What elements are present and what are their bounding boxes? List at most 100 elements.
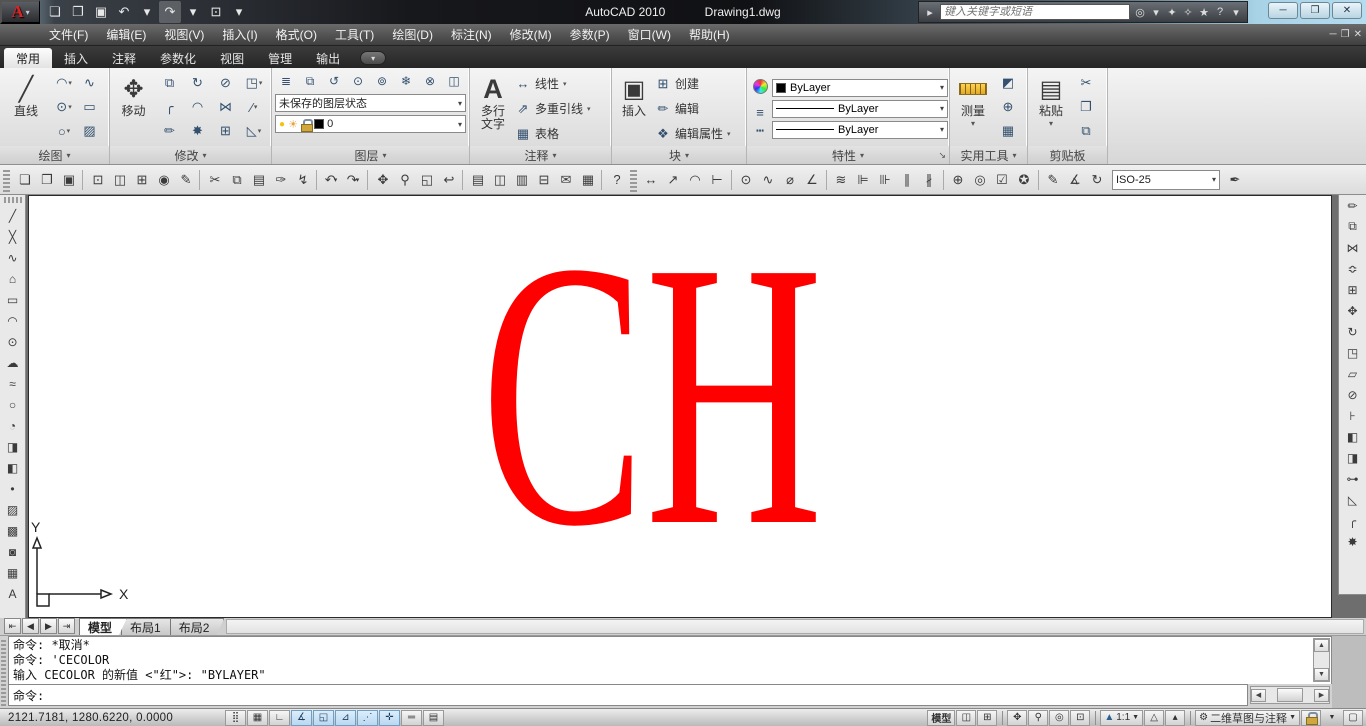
tab-home[interactable]: 常用 (4, 48, 53, 68)
snap-toggle[interactable]: ⣿ (225, 709, 246, 726)
menu-insert[interactable]: 插入(I) (213, 24, 266, 46)
trim-icon[interactable]: ⊘ (212, 71, 240, 95)
center-mark-icon[interactable]: ◎ (969, 169, 991, 191)
scroll-up-icon[interactable]: ▲ (1314, 639, 1329, 652)
zoom-realtime-icon[interactable]: ⚲ (393, 169, 415, 191)
toolbar-grip[interactable] (3, 197, 22, 203)
circle-icon[interactable]: ⊙ ▾ (51, 95, 77, 119)
table-icon[interactable]: ▦ (2, 562, 24, 583)
continue-icon[interactable]: ⊪ (874, 169, 896, 191)
ribbon-overflow-icon[interactable]: ▾ (360, 51, 387, 65)
pan-icon[interactable]: ✥ (371, 169, 393, 191)
menu-modify[interactable]: 修改(M) (501, 24, 561, 46)
new-file-icon[interactable]: ❏ (13, 169, 35, 191)
show-motion-icon[interactable]: ⊡ (1070, 709, 1091, 726)
mirror-icon[interactable]: ⋈ (1342, 237, 1364, 258)
search-input[interactable] (940, 4, 1130, 20)
search-flyout-icon[interactable]: ▾ (1148, 3, 1164, 21)
panel-title-properties[interactable]: 特性 ▾ ↘ (747, 146, 949, 164)
tab-model[interactable]: 模型 (79, 618, 127, 635)
dimension-break-icon[interactable]: ∦ (918, 169, 940, 191)
properties-palette-icon[interactable]: ▤ (466, 169, 488, 191)
new-file-icon[interactable]: ❏ (44, 1, 66, 23)
chamfer-icon[interactable]: ◺ (1342, 489, 1364, 510)
model-space-button[interactable]: 模型 (927, 709, 956, 726)
revision-cloud-icon[interactable]: ☁ (2, 352, 24, 373)
tab-parametric[interactable]: 参数化 (148, 48, 208, 68)
subscription-center-icon[interactable]: ✦ (1164, 3, 1180, 21)
prev-tab-icon[interactable]: ◀ (22, 618, 39, 634)
polygon-icon[interactable]: ⌂ (2, 268, 24, 289)
dimension-update-icon[interactable]: ↻ (1086, 169, 1108, 191)
arc-icon[interactable]: ◠ (2, 310, 24, 331)
spline-icon[interactable]: ≈ (2, 373, 24, 394)
quick-view-drawings-icon[interactable]: ⊞ (977, 709, 998, 726)
menu-help[interactable]: 帮助(H) (680, 24, 739, 46)
trim-icon[interactable]: ⊘ (1342, 384, 1364, 405)
menu-view[interactable]: 视图(V) (155, 24, 213, 46)
gradient-icon[interactable]: ▩ (2, 520, 24, 541)
region-icon[interactable]: ◙ (2, 541, 24, 562)
lineweight-toggle[interactable]: ═ (401, 709, 422, 726)
fillet-icon[interactable]: ╭ (156, 95, 184, 119)
application-menu-button[interactable]: A ▾ (0, 0, 40, 24)
command-window-grip[interactable] (1, 638, 6, 706)
annotation-scale-button[interactable]: ▲ 1:1 ▼ (1100, 709, 1144, 726)
offset-icon[interactable]: ◠ (184, 95, 212, 119)
construction-line-icon[interactable]: ╳ (2, 226, 24, 247)
otrack-toggle[interactable]: ⋰ (357, 709, 378, 726)
osnap-toggle[interactable]: ◱ (313, 709, 334, 726)
layer-previous-icon[interactable]: ↺ (323, 71, 345, 91)
explode-icon[interactable]: ✸ (184, 119, 212, 143)
plot-preview-icon[interactable]: ◫ (108, 169, 130, 191)
explode-icon[interactable]: ✸ (1342, 531, 1364, 552)
quick-properties-toggle[interactable]: ▤ (423, 709, 444, 726)
zoom-previous-icon[interactable]: ↩ (437, 169, 459, 191)
command-input[interactable]: 命令: (8, 684, 1248, 706)
panel-title-draw[interactable]: 绘图 ▾ (0, 146, 109, 164)
menu-dimension[interactable]: 标注(N) (442, 24, 501, 46)
doc-minimize-button[interactable]: ─ (1330, 29, 1337, 40)
join-icon[interactable]: ⊶ (1342, 468, 1364, 489)
search-icon[interactable]: ◎ (1132, 3, 1148, 21)
markup-icon[interactable]: ✎ (174, 169, 196, 191)
arc-icon[interactable]: ◠ ▾ (51, 71, 77, 95)
match-properties-icon[interactable]: ✑ (269, 169, 291, 191)
command-history[interactable]: 命令: *取消* 命令: 'CECOLOR 输入 CECOLOR 的新值 <"红">… (8, 636, 1332, 684)
edit-attributes-icon[interactable]: ❖ 编辑属性 ▾ (655, 122, 730, 145)
status-flyout-icon[interactable]: ▼ (1322, 710, 1342, 726)
command-vertical-scrollbar[interactable]: ▲ ▼ (1313, 638, 1330, 682)
drawing-canvas[interactable]: CH X Y (28, 195, 1332, 618)
zoom-icon[interactable]: ⚲ (1028, 709, 1049, 726)
qat-customize-icon[interactable]: ▾ (228, 1, 250, 23)
copy-icon[interactable]: ⧉ (156, 71, 184, 95)
layer-match-icon[interactable]: ⧉ (299, 71, 321, 91)
next-tab-icon[interactable]: ▶ (40, 618, 57, 634)
minimize-button[interactable]: ─ (1268, 2, 1298, 19)
menu-window[interactable]: 窗口(W) (619, 24, 680, 46)
quick-select-icon[interactable]: ◩ (995, 71, 1021, 95)
layer-freeze-icon[interactable]: ❄ (395, 71, 417, 91)
layer-off-icon[interactable]: ⊗ (419, 71, 441, 91)
dimension-check-icon[interactable]: ☑ (991, 169, 1013, 191)
annotation-visibility-button[interactable]: △ (1144, 709, 1165, 726)
menu-parametric[interactable]: 参数(P) (561, 24, 619, 46)
publish-icon[interactable]: ⊞ (130, 169, 152, 191)
layer-properties-icon[interactable]: ≣ (275, 71, 297, 91)
open-folder-icon[interactable]: ❐ (35, 169, 57, 191)
toolbar-grip[interactable] (3, 167, 10, 192)
inspect-icon[interactable]: ✪ (1013, 169, 1035, 191)
dimension-space-icon[interactable]: ∥ (896, 169, 918, 191)
hatch-icon[interactable]: ▨ (2, 499, 24, 520)
ducs-toggle[interactable]: ⊿ (335, 709, 356, 726)
pan-icon[interactable]: ✥ (1007, 709, 1028, 726)
tab-view[interactable]: 视图 (208, 48, 256, 68)
break-at-point-icon[interactable]: ◧ (1342, 426, 1364, 447)
sheet-set-manager-icon[interactable]: ⊟ (532, 169, 554, 191)
erase-icon[interactable]: ✏ (156, 119, 184, 143)
rectangle-icon[interactable]: ▭ (77, 95, 103, 119)
paste-icon[interactable]: ▤ (247, 169, 269, 191)
diameter-icon[interactable]: ⌀ (779, 169, 801, 191)
layer-unisolate-icon[interactable]: ⊚ (371, 71, 393, 91)
ordinate-icon[interactable]: ⊢ (706, 169, 728, 191)
